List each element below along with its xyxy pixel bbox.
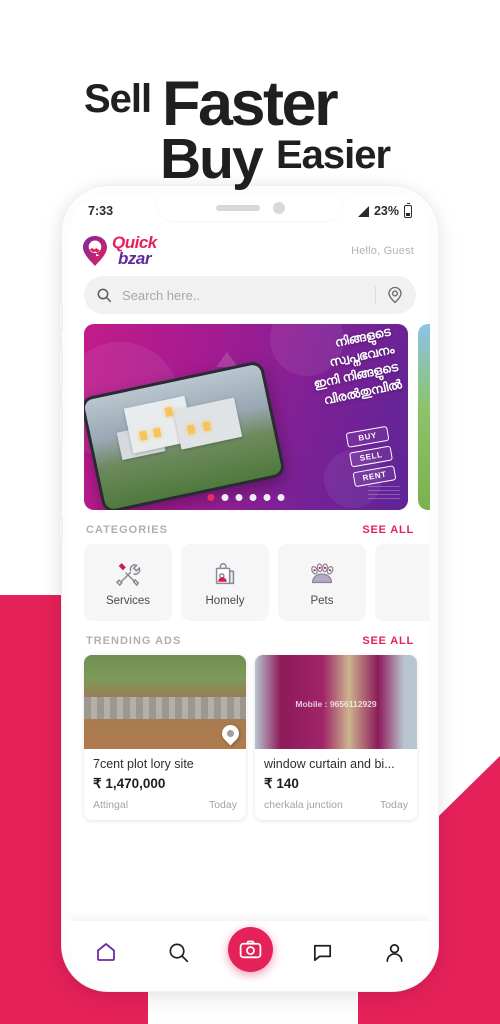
ad-location: cherkala junction	[264, 799, 343, 811]
phone-side-button	[59, 304, 63, 330]
bottom-navigation	[70, 921, 430, 983]
status-bar: 7:33 23%	[70, 194, 430, 228]
category-item-homely[interactable]: Homely	[181, 544, 269, 621]
ad-time: Today	[208, 799, 237, 811]
category-label: Services	[105, 594, 151, 607]
ad-time: Today	[379, 799, 408, 811]
brand-logo[interactable]: Quick bzar	[82, 234, 157, 268]
ad-title: window curtain and bi...	[264, 757, 395, 771]
category-item-pets[interactable]: Pets	[278, 544, 366, 621]
categories-list[interactable]: Services Homely Pets	[70, 544, 430, 621]
headline-buy: Buy	[160, 127, 264, 191]
search-bar[interactable]	[84, 276, 416, 314]
battery-percent: 23%	[373, 204, 399, 218]
carousel-dots[interactable]	[207, 494, 285, 501]
nav-item-chat[interactable]	[298, 932, 346, 972]
chat-bubble-icon	[313, 944, 331, 961]
nav-item-search[interactable]	[154, 932, 202, 972]
banner-malayalam-text: നിങ്ങളുടെ സ്വപ്നഭവനം ഇനി നിങ്ങളുടെ വിരൽത…	[216, 324, 403, 430]
nav-item-home[interactable]	[82, 932, 130, 972]
category-label: Pets	[310, 594, 334, 607]
ad-image-overlay-text: Mobile : 9656112929	[295, 699, 377, 709]
location-pin-icon	[218, 721, 243, 746]
categories-title: CATEGORIES	[86, 524, 168, 536]
badge-sell: SELL	[348, 445, 393, 468]
ad-price: ₹ 140	[264, 776, 299, 791]
trending-see-all-link[interactable]: SEE ALL	[362, 635, 414, 647]
category-label: Homely	[205, 594, 245, 607]
carousel-dot[interactable]	[221, 494, 229, 501]
front-camera-icon	[272, 201, 285, 214]
trending-section-header: TRENDING ADS SEE ALL	[70, 621, 430, 655]
category-item-next[interactable]	[375, 544, 430, 621]
ad-image-detail	[84, 697, 246, 719]
categories-see-all-link[interactable]: SEE ALL	[362, 524, 414, 536]
categories-section-header: CATEGORIES SEE ALL	[70, 510, 430, 544]
tools-wrench-screwdriver-icon	[115, 562, 141, 586]
nav-item-sell[interactable]	[226, 926, 274, 972]
ad-meta: cherkala junction Today	[264, 799, 408, 811]
ad-price: ₹ 1,470,000	[93, 776, 166, 791]
banner-carousel[interactable]: നിങ്ങളുടെ സ്വപ്നഭവനം ഇനി നിങ്ങളുടെ വിരൽത…	[70, 324, 430, 510]
location-pin-icon[interactable]	[386, 286, 404, 304]
sell-fab-button[interactable]	[227, 926, 273, 972]
status-indicators: 23%	[357, 202, 412, 218]
greeting-text: Hello, Guest	[351, 245, 414, 257]
badge-buy: BUY	[345, 425, 390, 448]
ad-image	[84, 655, 246, 749]
carousel-dot[interactable]	[235, 494, 243, 501]
home-icon	[97, 943, 115, 961]
banner-slide-1[interactable]: നിങ്ങളുടെ സ്വപ്നഭവനം ഇനി നിങ്ങളുടെ വിരൽത…	[84, 324, 408, 510]
trending-title: TRENDING ADS	[86, 635, 182, 647]
search-section	[70, 272, 430, 324]
category-item-services[interactable]: Services	[84, 544, 172, 621]
search-input[interactable]	[122, 287, 365, 303]
ad-title: 7cent plot lory site	[93, 757, 194, 771]
quickbzar-pin-handshake-logo	[83, 236, 107, 266]
battery-icon	[404, 202, 412, 218]
paw-print-icon	[311, 562, 334, 583]
divider	[375, 286, 376, 304]
trending-ads-list[interactable]: 7cent plot lory site ₹ 1,470,000 Attinga…	[70, 655, 430, 820]
phone-side-button	[59, 402, 63, 446]
status-time: 7:33	[88, 204, 114, 218]
person-icon	[385, 943, 403, 962]
shopping-bag-icon	[215, 562, 235, 584]
nav-item-profile[interactable]	[370, 932, 418, 972]
ad-details: window curtain and bi... ₹ 140 cherkala …	[255, 749, 417, 820]
headline-easier: Easier	[276, 133, 391, 177]
brand-name-secondary: bzar	[118, 249, 151, 268]
ad-meta: Attingal Today	[93, 799, 237, 811]
ad-details: 7cent plot lory site ₹ 1,470,000 Attinga…	[84, 749, 246, 820]
headline-sell: Sell	[84, 77, 152, 121]
phone-mockup: 7:33 23% Quick bzar Hello, Guest Search …	[59, 186, 438, 991]
carousel-dot[interactable]	[249, 494, 257, 501]
speaker-grille-icon	[215, 204, 260, 211]
camera-sell-icon	[239, 940, 261, 958]
phone-screen: 7:33 23% Quick bzar Hello, Guest Search …	[70, 194, 430, 983]
poster-headline: Sell Faster Buy Easier	[0, 34, 500, 191]
poster-stage: Sell Faster Buy Easier 7:33 23% Quick bz…	[0, 0, 500, 1024]
banner-badges: BUY SELL RENT	[345, 425, 397, 488]
banner-slide-2[interactable]	[418, 324, 430, 510]
phone-side-button	[59, 346, 63, 390]
ad-card[interactable]: 7cent plot lory site ₹ 1,470,000 Attinga…	[84, 655, 246, 820]
search-icon	[168, 942, 188, 962]
decorative-wave-icon	[368, 486, 400, 502]
carousel-dot[interactable]	[277, 494, 285, 501]
signal-triangle-icon	[357, 205, 369, 217]
ad-image: Mobile : 9656112929	[255, 655, 417, 749]
phone-notch	[157, 194, 343, 221]
phone-side-button	[59, 516, 63, 542]
ad-card[interactable]: Mobile : 9656112929 window curtain and b…	[255, 655, 417, 820]
app-header: Quick bzar Hello, Guest	[70, 228, 430, 272]
ad-location: Attingal	[93, 799, 129, 811]
carousel-dot[interactable]	[263, 494, 271, 501]
carousel-dot[interactable]	[207, 494, 215, 501]
search-icon	[97, 288, 112, 303]
